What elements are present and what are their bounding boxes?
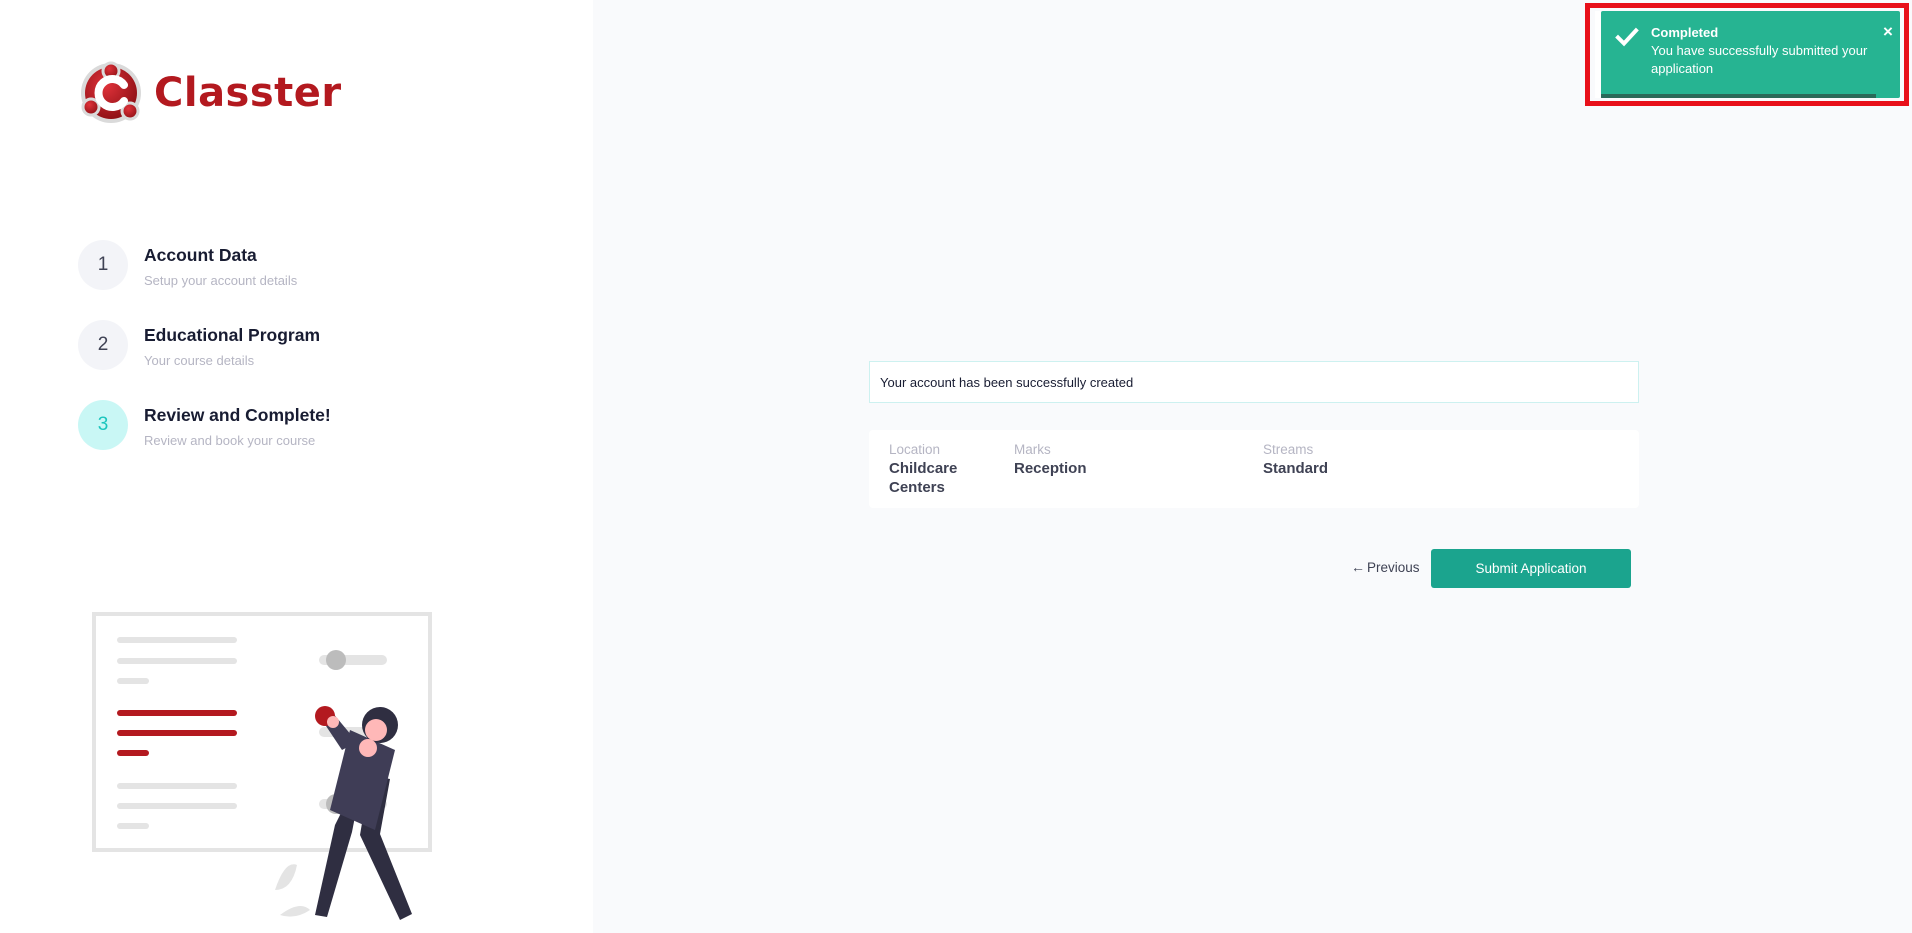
detail-value: Reception: [1014, 460, 1087, 477]
step-number: 2: [78, 320, 128, 370]
step-title: Account Data: [144, 245, 257, 265]
detail-value: Childcare Centers: [889, 460, 958, 496]
detail-location: Location Childcare Centers: [889, 442, 989, 497]
form-illustration: [92, 612, 432, 920]
detail-value: Standard: [1263, 460, 1329, 477]
brand-name: Classter: [154, 70, 342, 116]
detail-label: Streams: [1263, 442, 1314, 457]
detail-label: Marks: [1014, 442, 1051, 457]
toast-progress-bar: [1601, 94, 1877, 98]
classter-logo-icon: [81, 61, 141, 123]
detail-label: Location: [889, 442, 941, 457]
sidebar: Classter 1 Account Data Setup your accou…: [0, 0, 593, 933]
success-toast: Completed You have successfully submitte…: [1595, 11, 1900, 98]
step-description: Your course details: [144, 353, 255, 368]
step-review-and-complete[interactable]: 3 Review and Complete! Review and book y…: [78, 400, 331, 480]
step-number: 1: [78, 240, 128, 290]
step-description: Review and book your course: [144, 433, 316, 448]
wizard-steps: 1 Account Data Setup your account detail…: [78, 240, 331, 480]
detail-marks: Marks Reception: [1014, 442, 1214, 478]
review-details-card: Location Childcare Centers Marks Recepti…: [869, 430, 1639, 508]
step-title: Educational Program: [144, 325, 321, 345]
success-alert: Your account has been successfully creat…: [869, 361, 1639, 403]
toast-title: Completed: [1651, 25, 1719, 40]
toast-edge: [1595, 11, 1601, 98]
arrow-left-icon: ←: [1351, 559, 1365, 575]
toast-message: You have successfully submitted your app…: [1651, 43, 1868, 76]
detail-streams: Streams Standard: [1263, 442, 1463, 478]
brand-logo: Classter: [78, 57, 342, 129]
previous-button[interactable]: ← Previous: [1351, 559, 1420, 575]
step-account-data[interactable]: 1 Account Data Setup your account detail…: [78, 240, 331, 320]
submit-application-button[interactable]: Submit Application: [1431, 549, 1631, 588]
step-title: Review and Complete!: [144, 405, 331, 425]
step-number: 3: [78, 400, 128, 450]
step-educational-program[interactable]: 2 Educational Program Your course detail…: [78, 320, 331, 400]
step-description: Setup your account details: [144, 273, 298, 288]
main-content: Your account has been successfully creat…: [593, 0, 1912, 933]
close-icon[interactable]: ×: [1883, 23, 1893, 40]
check-icon: [1615, 27, 1639, 47]
previous-label: Previous: [1367, 559, 1420, 575]
